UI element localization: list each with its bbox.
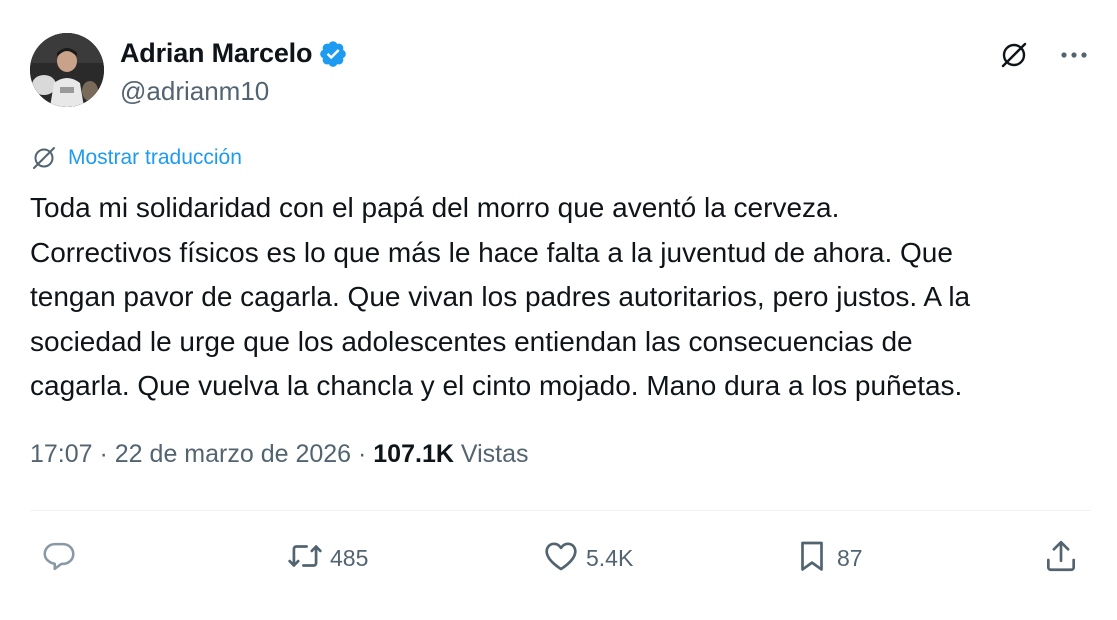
- views-label: Vistas: [460, 440, 529, 468]
- bookmark-icon: [793, 537, 831, 580]
- avatar[interactable]: [30, 33, 104, 107]
- tweet-text-line: Toda mi solidaridad con el papá del morr…: [30, 192, 840, 223]
- action-bar: 485 5.4K 87: [0, 534, 1117, 582]
- show-translation-link[interactable]: Mostrar traducción: [30, 144, 242, 172]
- bookmark-count: 87: [837, 544, 863, 571]
- top-actions: [997, 38, 1089, 72]
- tweet-text: Toda mi solidaridad con el papá del morr…: [30, 186, 1100, 409]
- author-handle[interactable]: @adrianm10: [120, 76, 269, 107]
- meta-separator: ·: [351, 440, 374, 468]
- like-count: 5.4K: [586, 544, 634, 571]
- tweet-meta: 17:07 · 22 de marzo de 2026 · 107.1K Vis…: [30, 440, 529, 469]
- share-icon: [1042, 537, 1080, 580]
- share-button[interactable]: [1042, 534, 1080, 582]
- like-button[interactable]: 5.4K: [542, 534, 633, 582]
- tweet-card: Adrian Marcelo @adrianm10 Mostrar traduc…: [0, 0, 1117, 620]
- divider: [30, 510, 1091, 511]
- retweet-count: 485: [330, 544, 369, 571]
- translate-icon[interactable]: [997, 38, 1031, 72]
- reply-icon: [40, 537, 78, 580]
- meta-separator: ·: [92, 440, 115, 468]
- show-translation-label: Mostrar traducción: [68, 146, 242, 169]
- tweet-date[interactable]: 22 de marzo de 2026: [115, 440, 351, 468]
- reply-button[interactable]: [40, 534, 84, 582]
- author-name-row: Adrian Marcelo: [120, 38, 348, 69]
- tweet-text-line: Correctivos físicos es lo que más le hac…: [30, 236, 953, 268]
- heart-icon: [542, 537, 580, 580]
- retweet-button[interactable]: 485: [286, 534, 368, 582]
- tweet-text-line: cagarla. Que vuelva la chancla y el cint…: [30, 370, 963, 402]
- author-display-name[interactable]: Adrian Marcelo: [120, 38, 312, 69]
- tweet-time[interactable]: 17:07: [30, 440, 93, 468]
- views-count: 107.1K: [373, 440, 454, 468]
- verified-badge-icon[interactable]: [318, 39, 348, 69]
- translate-icon: [30, 144, 58, 172]
- bookmark-button[interactable]: 87: [793, 534, 863, 582]
- retweet-icon: [286, 537, 324, 580]
- avatar-image: [30, 33, 104, 107]
- tweet-text-line: sociedad le urge que los adolescentes en…: [30, 325, 913, 357]
- more-icon[interactable]: [1059, 40, 1089, 70]
- tweet-text-line: tengan pavor de cagarla. Que vivan los p…: [30, 281, 971, 313]
